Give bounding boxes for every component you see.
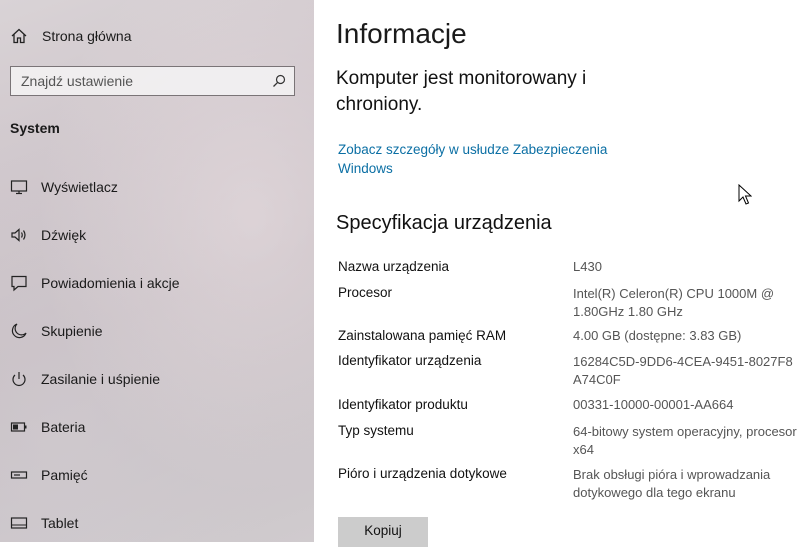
speaker-icon (11, 228, 26, 242)
spec-value-processor: Intel(R) Celeron(R) CPU 1000M @ 1.80GHz … (573, 286, 775, 319)
sidebar-item-battery[interactable]: Bateria (0, 410, 300, 444)
spec-value-device-id: 16284C5D-9DD6-4CEA-9451-8027F8A74C0F (573, 354, 793, 387)
protection-status: Komputer jest monitorowany i chroniony. (336, 68, 587, 115)
spec-key-product-id: Identyfikator produktu (338, 397, 468, 412)
sidebar-item-label: Skupienie (41, 323, 103, 339)
moon-icon (11, 323, 27, 339)
notification-icon (11, 275, 27, 292)
sidebar-item-label: Pamięć (41, 467, 88, 483)
sidebar-item-sound[interactable]: Dźwięk (0, 218, 300, 252)
search-input[interactable] (21, 73, 261, 89)
sidebar: Strona główna System Wyświetlacz Dźwięk … (0, 0, 314, 542)
sidebar-item-label: Wyświetlacz (41, 179, 118, 195)
home-label: Strona główna (42, 28, 132, 44)
spec-key-device-name: Nazwa urządzenia (338, 259, 450, 274)
page-title: Informacje (336, 18, 467, 49)
sidebar-item-display[interactable]: Wyświetlacz (0, 170, 300, 204)
sidebar-item-storage[interactable]: Pamięć (0, 458, 300, 492)
device-spec-heading: Specyfikacja urządzenia (336, 212, 552, 234)
spec-value-pen-touch: Brak obsługi pióra i wprowadzania dotyko… (573, 467, 771, 500)
sidebar-item-label: Tablet (41, 515, 79, 531)
copy-button[interactable]: Kopiuj (338, 517, 428, 547)
search-box[interactable] (10, 66, 295, 96)
sidebar-item-focus[interactable]: Skupienie (0, 314, 300, 348)
spec-key-system-type: Typ systemu (338, 423, 414, 438)
search-icon[interactable] (272, 74, 286, 88)
spec-value-product-id: 00331-10000-00001-AA664 (573, 397, 734, 412)
spec-key-ram: Zainstalowana pamięć RAM (338, 328, 507, 343)
spec-key-device-id: Identyfikator urządzenia (338, 353, 482, 368)
monitor-icon (10, 180, 28, 195)
tablet-icon (10, 517, 28, 529)
sidebar-item-power[interactable]: Zasilanie i uśpienie (0, 362, 300, 396)
home-icon (11, 28, 27, 44)
security-details-link[interactable]: Zobacz szczegóły w usłudze Zabezpieczeni… (338, 140, 638, 178)
spec-value-device-name: L430 (573, 259, 602, 274)
storage-icon (10, 471, 28, 479)
sidebar-item-notifications[interactable]: Powiadomienia i akcje (0, 266, 300, 300)
mouse-cursor-icon (738, 184, 752, 205)
power-icon (12, 372, 26, 386)
sidebar-item-tablet[interactable]: Tablet (0, 506, 300, 540)
main-content: Informacje Komputer jest monitorowany i … (314, 0, 810, 547)
section-title: System (10, 120, 60, 136)
sidebar-item-label: Dźwięk (41, 227, 87, 243)
battery-icon (10, 422, 27, 432)
sidebar-item-label: Zasilanie i uśpienie (41, 371, 161, 387)
sidebar-item-home[interactable]: Strona główna (0, 22, 300, 50)
spec-key-processor: Procesor (338, 285, 393, 300)
sidebar-item-label: Powiadomienia i akcje (41, 275, 180, 291)
spec-key-pen-touch: Pióro i urządzenia dotykowe (338, 466, 507, 481)
spec-value-system-type: 64-bitowy system operacyjny, procesor x6… (573, 424, 797, 457)
spec-value-ram: 4.00 GB (dostępne: 3.83 GB) (573, 328, 742, 343)
sidebar-item-label: Bateria (41, 419, 86, 435)
